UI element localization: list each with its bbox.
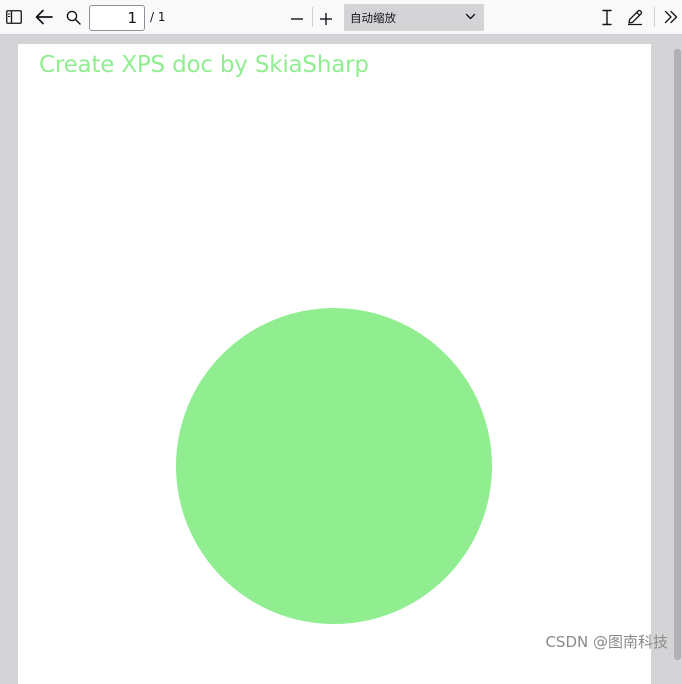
page-number-input[interactable] [89, 5, 145, 31]
pdf-toolbar: / 1 自动缩放 [0, 0, 682, 35]
tools-separator [654, 7, 655, 27]
page-count-label: / 1 [150, 10, 166, 24]
zoom-in-button[interactable] [317, 9, 335, 27]
plus-icon [320, 13, 332, 25]
minus-icon [291, 18, 303, 20]
vertical-scrollbar[interactable] [672, 35, 682, 660]
draw-tool-button[interactable] [625, 7, 645, 27]
zoom-select[interactable]: 自动缩放 [344, 4, 484, 31]
pdf-page: Create XPS doc by SkiaSharp [18, 44, 651, 684]
back-button[interactable] [33, 7, 55, 27]
text-tool-button[interactable] [598, 7, 616, 27]
text-cursor-icon [602, 9, 612, 25]
double-chevron-right-icon [664, 10, 678, 24]
document-viewer[interactable]: Create XPS doc by SkiaSharp [0, 35, 682, 684]
zoom-select-value: 自动缩放 [350, 10, 396, 25]
more-tools-button[interactable] [662, 8, 680, 26]
back-arrow-icon [35, 9, 53, 25]
sidebar-toggle-button[interactable] [4, 8, 24, 26]
search-icon [66, 10, 81, 25]
green-circle [176, 308, 492, 624]
watermark-text: CSDN @图南科技 [545, 633, 668, 651]
pen-icon [628, 9, 643, 26]
zoom-separator [312, 7, 313, 27]
sidebar-toggle-icon [6, 10, 22, 24]
chevron-down-icon [465, 13, 476, 20]
zoom-out-button[interactable] [288, 9, 306, 27]
document-title: Create XPS doc by SkiaSharp [39, 52, 369, 78]
scrollbar-thumb[interactable] [674, 49, 681, 660]
find-button[interactable] [64, 8, 82, 26]
